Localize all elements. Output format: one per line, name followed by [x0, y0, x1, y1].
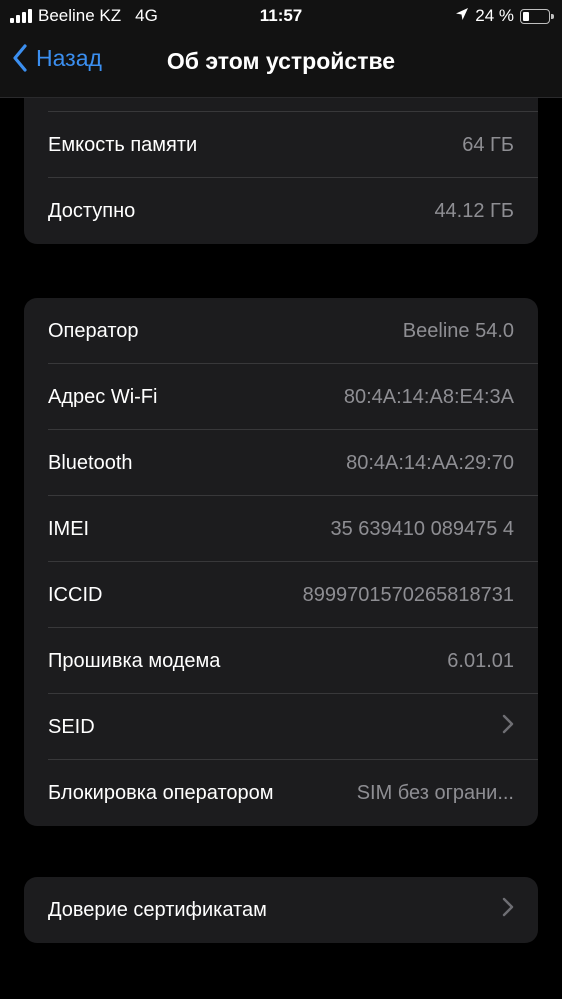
carrier-row: Оператор Beeline 54.0 — [24, 298, 538, 364]
iccid-label: ICCID — [48, 583, 103, 606]
imei-value: 35 639410 089475 4 — [330, 517, 514, 540]
location-icon — [455, 6, 469, 26]
available-label: Доступно — [48, 199, 136, 222]
wifi-address-row: Адрес Wi-Fi 80:4A:14:A8:E4:3A — [24, 364, 538, 430]
carrier-label: Оператор — [48, 319, 139, 342]
bluetooth-row: Bluetooth 80:4A:14:AA:29:70 — [24, 430, 538, 496]
imei-row: IMEI 35 639410 089475 4 — [24, 496, 538, 562]
carrier-value: Beeline 54.0 — [402, 319, 514, 342]
iccid-value: 8999701570265818731 — [302, 583, 514, 606]
available-value: 44.12 ГБ — [434, 199, 514, 222]
certificate-trust-label: Доверие сертификатам — [48, 898, 267, 921]
imei-label: IMEI — [48, 517, 90, 540]
page-title: Об этом устройстве — [166, 48, 396, 74]
navigation-bar: Назад Об этом устройстве — [0, 40, 562, 86]
battery-icon — [520, 8, 554, 24]
seid-row[interactable]: SEID — [24, 694, 538, 760]
modem-firmware-value: 6.01.01 — [447, 649, 514, 672]
carrier-lock-value: SIM без ограни... — [356, 781, 514, 804]
status-right: 24 % — [455, 6, 554, 26]
certificate-trust-row[interactable]: Доверие сертификатам — [24, 877, 538, 943]
top-bar: Beeline KZ 4G 11:57 24 % Назад Об этом у… — [0, 0, 562, 98]
battery-percent: 24 % — [475, 6, 514, 25]
iccid-row: ICCID 8999701570265818731 — [24, 562, 538, 628]
modem-firmware-row: Прошивка модема 6.01.01 — [24, 628, 538, 694]
bluetooth-value: 80:4A:14:AA:29:70 — [346, 451, 514, 474]
wifi-address-value: 80:4A:14:A8:E4:3A — [343, 385, 514, 408]
status-bar: Beeline KZ 4G 11:57 24 % — [0, 0, 562, 32]
wifi-address-label: Адрес Wi-Fi — [48, 385, 158, 408]
seid-label: SEID — [48, 715, 95, 738]
carrier-lock-label: Блокировка оператором — [48, 781, 274, 804]
bluetooth-label: Bluetooth — [48, 451, 133, 474]
certificates-card: Доверие сертификатам — [24, 877, 538, 943]
carrier-lock-row: Блокировка оператором SIM без ограни... — [24, 760, 538, 826]
available-row: Доступно 44.12 ГБ — [24, 178, 538, 244]
chevron-right-icon — [502, 897, 514, 923]
capacity-value: 64 ГБ — [462, 133, 514, 156]
network-card: Оператор Beeline 54.0 Адрес Wi-Fi 80:4A:… — [24, 298, 538, 826]
chevron-right-icon — [502, 714, 514, 740]
capacity-label: Емкость памяти — [48, 133, 198, 156]
capacity-row: Емкость памяти 64 ГБ — [24, 112, 538, 178]
modem-firmware-label: Прошивка модема — [48, 649, 221, 672]
